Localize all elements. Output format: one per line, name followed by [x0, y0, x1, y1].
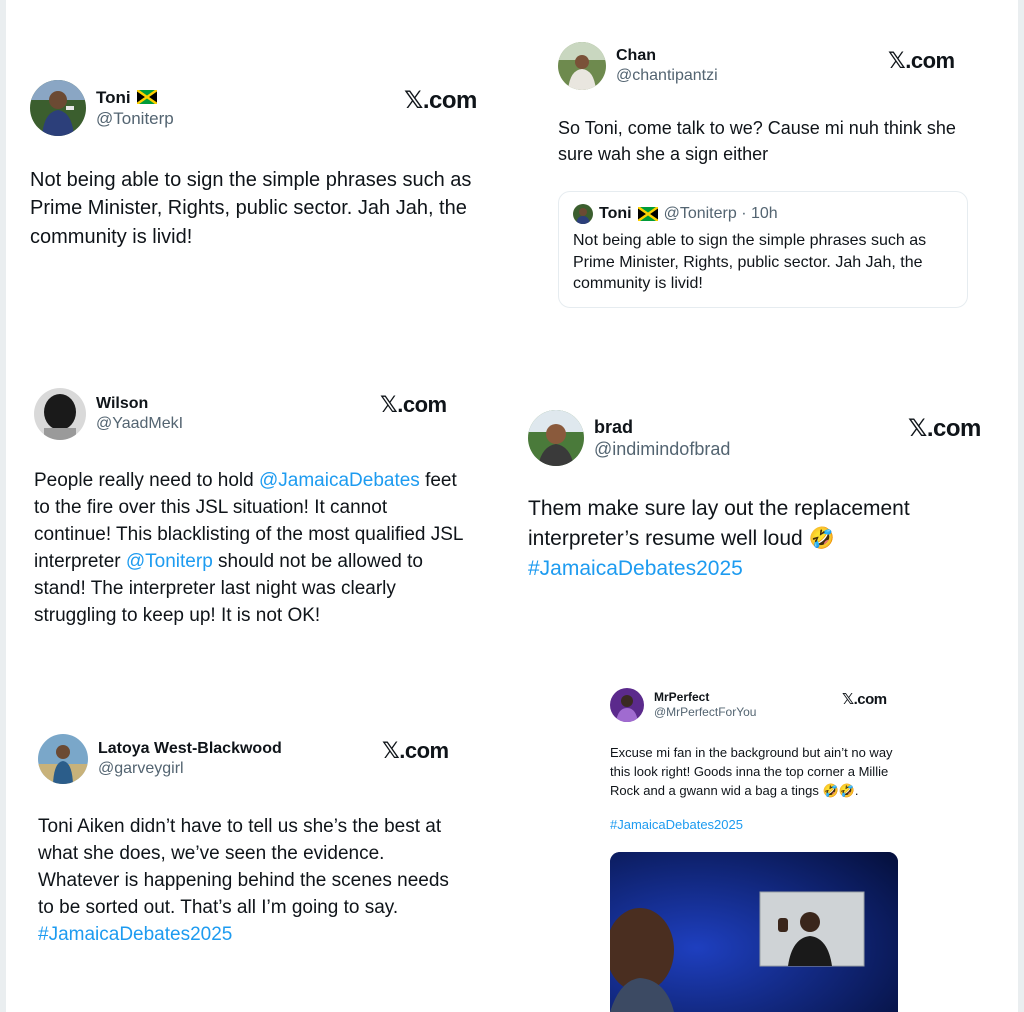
tweet-card-latoya[interactable]: Latoya West-Blackwood @garveygirl 𝕏.com … [38, 734, 468, 949]
hashtag-link[interactable]: #JamaicaDebates2025 [528, 557, 743, 580]
x-com-logo: 𝕏.com [908, 414, 981, 442]
user-handle[interactable]: @Toniterp [96, 108, 174, 129]
tweet-text: So Toni, come talk to we? Cause mi nuh t… [558, 118, 956, 164]
display-name[interactable]: Chan [616, 46, 656, 66]
tweet-text: Excuse mi fan in the background but ain’… [610, 745, 893, 798]
x-logo-icon: 𝕏 [908, 414, 927, 442]
display-name[interactable]: Wilson [96, 394, 148, 414]
avatar[interactable] [610, 688, 644, 722]
quoted-tweet[interactable]: Toni @Toniterp · 10h Not being able to s… [558, 191, 968, 308]
x-logo-icon: 𝕏 [842, 690, 854, 708]
x-logo-icon: 𝕏 [404, 86, 423, 114]
avatar[interactable] [34, 388, 86, 440]
tweet-card-mrperfect[interactable]: MrPerfect @MrPerfectForYou 𝕏.com Excuse … [610, 688, 910, 1012]
tweet-media-image[interactable] [610, 851, 898, 1012]
page-edge-left [0, 0, 6, 1012]
tweet-card-wilson[interactable]: Wilson @YaadMekI 𝕏.com People really nee… [34, 388, 464, 630]
page-edge-right [1018, 0, 1024, 1012]
avatar[interactable] [38, 734, 88, 784]
user-handle[interactable]: @MrPerfectForYou [654, 705, 756, 720]
display-name[interactable]: brad [594, 416, 633, 439]
tweet-text: Them make sure lay out the replacement i… [528, 497, 910, 580]
x-com-logo: 𝕏.com [382, 738, 449, 764]
tweet-card-chan[interactable]: Chan @chantipantzi 𝕏.com So Toni, come t… [558, 42, 968, 308]
x-logo-icon: 𝕏 [888, 49, 906, 74]
x-com-logo: 𝕏.com [842, 690, 887, 708]
x-com-logo: 𝕏.com [888, 48, 955, 74]
display-name[interactable]: MrPerfect [654, 690, 709, 705]
quoted-tweet-text: Not being able to sign the simple phrase… [573, 232, 927, 293]
x-com-logo: 𝕏.com [380, 392, 447, 418]
avatar[interactable] [30, 80, 86, 136]
hashtag-link[interactable]: #JamaicaDebates2025 [38, 924, 232, 945]
avatar[interactable] [573, 204, 593, 225]
display-name[interactable]: Latoya West-Blackwood [98, 739, 282, 759]
tweet-text: Toni Aiken didn’t have to tell us she’s … [38, 816, 449, 945]
user-handle[interactable]: @YaadMekI [96, 414, 183, 434]
avatar[interactable] [558, 42, 606, 90]
user-handle[interactable]: @chantipantzi [616, 66, 718, 86]
quoted-handle-time: @Toniterp · 10h [663, 205, 778, 223]
x-logo-icon: 𝕏 [380, 393, 398, 418]
hashtag-link[interactable]: #JamaicaDebates2025 [610, 817, 910, 832]
tweet-card-brad[interactable]: brad @indimindofbrad 𝕏.com Them make sur… [528, 410, 988, 583]
mention-link[interactable]: @JamaicaDebates [259, 470, 420, 491]
jamaica-flag-icon [637, 207, 658, 222]
tweet-text: People really need to hold @JamaicaDebat… [34, 470, 463, 626]
user-handle[interactable]: @garveygirl [98, 759, 282, 779]
avatar[interactable] [528, 410, 584, 466]
x-logo-icon: 𝕏 [382, 739, 400, 764]
tweet-text: Not being able to sign the simple phrase… [30, 169, 472, 248]
mention-link[interactable]: @Toniterp [126, 551, 213, 572]
x-com-logo: 𝕏.com [404, 86, 477, 114]
tweet-card-toni[interactable]: Toni @Toniterp 𝕏.com Not being able to s… [30, 80, 480, 251]
quoted-display-name[interactable]: Toni [599, 205, 632, 223]
display-name[interactable]: Toni [96, 87, 131, 108]
user-handle[interactable]: @indimindofbrad [594, 438, 730, 461]
jamaica-flag-icon [136, 90, 157, 105]
